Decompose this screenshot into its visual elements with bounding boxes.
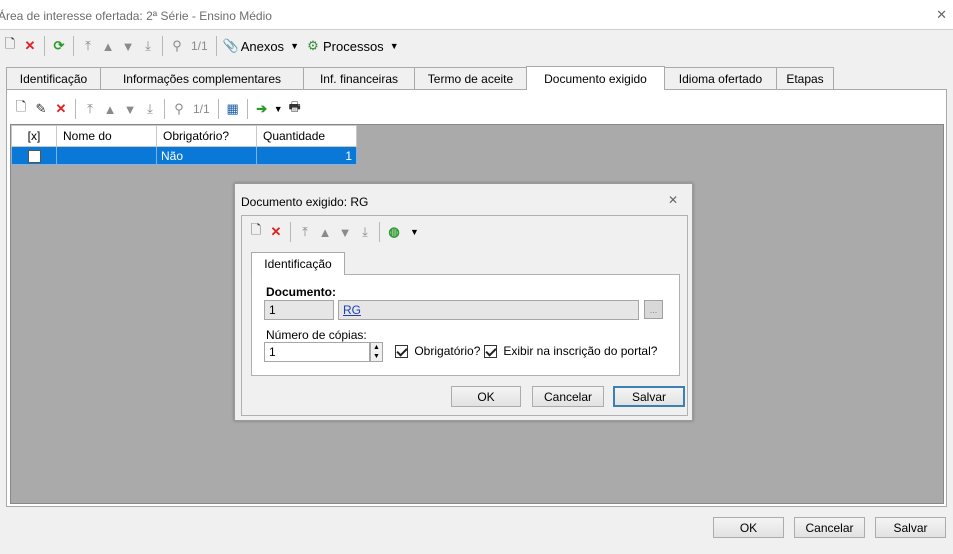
first-record-icon[interactable]: ⤒	[78, 36, 98, 56]
exibir-portal-checkbox[interactable]: Exibir na inscrição do portal?	[484, 344, 658, 359]
previous-record-icon[interactable]: ▲	[315, 222, 335, 242]
column-header-select[interactable]: [x]	[11, 125, 57, 147]
dialog-tab-panel: Documento: 1 RG ... Número de cópias: 1 …	[251, 274, 680, 376]
tab-etapas[interactable]: Etapas	[776, 67, 834, 89]
export-icon[interactable]: ➔	[252, 99, 272, 119]
close-icon[interactable]: ✕	[936, 7, 947, 23]
edit-icon[interactable]: ✎	[31, 99, 51, 119]
window-title: Área de interesse ofertada: 2ª Série - E…	[0, 9, 272, 23]
cell-quantidade: 1	[256, 146, 357, 165]
save-button[interactable]: Salvar	[875, 517, 946, 538]
toolbar-separator	[217, 99, 219, 119]
find-icon[interactable]: ⚲	[167, 36, 187, 56]
next-record-icon[interactable]: ▼	[118, 36, 138, 56]
obrigatorio-checkbox[interactable]: Obrigatório?	[395, 344, 481, 359]
documento-label: Documento:	[266, 285, 336, 299]
obrigatorio-label: Obrigatório?	[414, 344, 481, 358]
grid-toolbar: 🗋 ✎ ✕ ⤒ ▲ ▼ ⤓ ⚲ 1/1 ▦ ➔ ▼ 🖶	[11, 98, 305, 120]
delete-icon[interactable]: ✕	[266, 222, 286, 242]
row-select-checkbox[interactable]	[11, 146, 57, 165]
window-titlebar: Área de interesse ofertada: 2ª Série - E…	[0, 0, 953, 30]
close-icon[interactable]: ✕	[668, 193, 678, 207]
column-header-quantidade[interactable]: Quantidade	[256, 125, 357, 147]
dialog-tab-identificacao[interactable]: Identificação	[251, 252, 345, 275]
exibir-label: Exibir na inscrição do portal?	[503, 344, 658, 358]
copias-spinner[interactable]: ▲ ▼	[370, 342, 383, 362]
tab-inf-financeiras[interactable]: Inf. financeiras	[303, 67, 415, 89]
record-counter: 1/1	[191, 39, 208, 53]
dialog-toolbar: 🗋 ✕ ⤒ ▲ ▼ ⤓ ◍ ▼	[246, 221, 423, 243]
table-row[interactable]: Não 1	[11, 146, 357, 165]
dialog-title: Documento exigido: RG	[241, 195, 369, 209]
last-record-icon[interactable]: ⤓	[140, 99, 160, 119]
delete-icon[interactable]: ✕	[20, 36, 40, 56]
column-header-obrigatorio[interactable]: Obrigatório?	[156, 125, 257, 147]
chevron-down-icon[interactable]: ▼	[274, 104, 283, 114]
toolbar-separator	[44, 36, 45, 56]
new-record-icon[interactable]: 🗋	[0, 36, 20, 56]
cell-nome	[56, 146, 157, 165]
toolbar-separator	[73, 36, 74, 56]
chevron-down-icon[interactable]: ▼	[290, 41, 299, 51]
cell-obrigatorio: Não	[156, 146, 257, 165]
dialog-save-button[interactable]: Salvar	[613, 386, 685, 407]
toolbar-separator	[379, 222, 380, 242]
delete-icon[interactable]: ✕	[51, 99, 71, 119]
grid-view-icon[interactable]: ▦	[223, 99, 243, 119]
new-record-icon[interactable]: 🗋	[246, 222, 266, 242]
toolbar-separator	[290, 222, 291, 242]
tab-informacoes-complementares[interactable]: Informações complementares	[100, 67, 304, 89]
obrigatorio-check-icon[interactable]	[395, 345, 408, 359]
last-record-icon[interactable]: ⤓	[355, 222, 375, 242]
previous-record-icon[interactable]: ▲	[98, 36, 118, 56]
find-icon[interactable]: ⚲	[169, 99, 189, 119]
next-record-icon[interactable]: ▼	[120, 99, 140, 119]
toolbar-separator	[162, 36, 163, 56]
new-record-icon[interactable]: 🗋	[11, 99, 31, 119]
dialog-cancel-button[interactable]: Cancelar	[532, 386, 604, 407]
documento-name-link[interactable]: RG	[338, 300, 639, 320]
copias-input[interactable]: 1	[264, 342, 370, 362]
record-counter: 1/1	[193, 102, 210, 116]
tab-strip: Identificação Informações complementares…	[6, 66, 834, 91]
documento-dialog: Documento exigido: RG ✕ 🗋 ✕ ⤒ ▲ ▼ ⤓ ◍ ▼ …	[234, 183, 693, 421]
refresh-icon[interactable]: ⟳	[49, 36, 69, 56]
processos-button[interactable]: Processos	[323, 39, 384, 54]
paperclip-icon[interactable]: 📎	[221, 36, 241, 56]
toolbar-separator	[164, 99, 165, 119]
next-record-icon[interactable]: ▼	[335, 222, 355, 242]
chevron-down-icon[interactable]: ▼	[410, 227, 419, 237]
cancel-button[interactable]: Cancelar	[794, 517, 865, 538]
tab-identificacao[interactable]: Identificação	[6, 67, 101, 89]
tab-documento-exigido[interactable]: Documento exigido	[526, 66, 665, 90]
chevron-down-icon[interactable]: ▼	[390, 41, 399, 51]
previous-record-icon[interactable]: ▲	[100, 99, 120, 119]
toolbar-separator	[215, 36, 217, 56]
column-header-nome[interactable]: Nome do	[56, 125, 157, 147]
print-icon[interactable]: 🖶	[285, 99, 305, 119]
exibir-check-icon[interactable]	[484, 345, 497, 359]
first-record-icon[interactable]: ⤒	[80, 99, 100, 119]
ok-button[interactable]: OK	[713, 517, 784, 538]
documento-code-field[interactable]: 1	[264, 300, 334, 320]
dialog-body: 🗋 ✕ ⤒ ▲ ▼ ⤓ ◍ ▼ Identificação Documento:…	[241, 215, 688, 416]
toolbar-separator	[75, 99, 76, 119]
gears-icon[interactable]: ⚙	[303, 36, 323, 56]
toolbar-separator	[246, 99, 248, 119]
dialog-ok-button[interactable]: OK	[451, 386, 521, 407]
documents-grid: [x] Nome do Obrigatório? Quantidade Não …	[11, 125, 357, 165]
first-record-icon[interactable]: ⤒	[295, 222, 315, 242]
anexos-button[interactable]: Anexos	[241, 39, 284, 54]
lookup-button[interactable]: ...	[644, 300, 663, 319]
tab-termo-de-aceite[interactable]: Termo de aceite	[414, 67, 527, 89]
tab-idioma-ofertado[interactable]: Idioma ofertado	[664, 67, 777, 89]
last-record-icon[interactable]: ⤓	[138, 36, 158, 56]
globe-icon[interactable]: ◍	[384, 222, 404, 242]
main-toolbar: 🗋 ✕ ⟳ ⤒ ▲ ▼ ⤓ ⚲ 1/1 📎 Anexos ▼ ⚙ Process…	[0, 35, 403, 57]
copias-label: Número de cópias:	[266, 328, 367, 342]
